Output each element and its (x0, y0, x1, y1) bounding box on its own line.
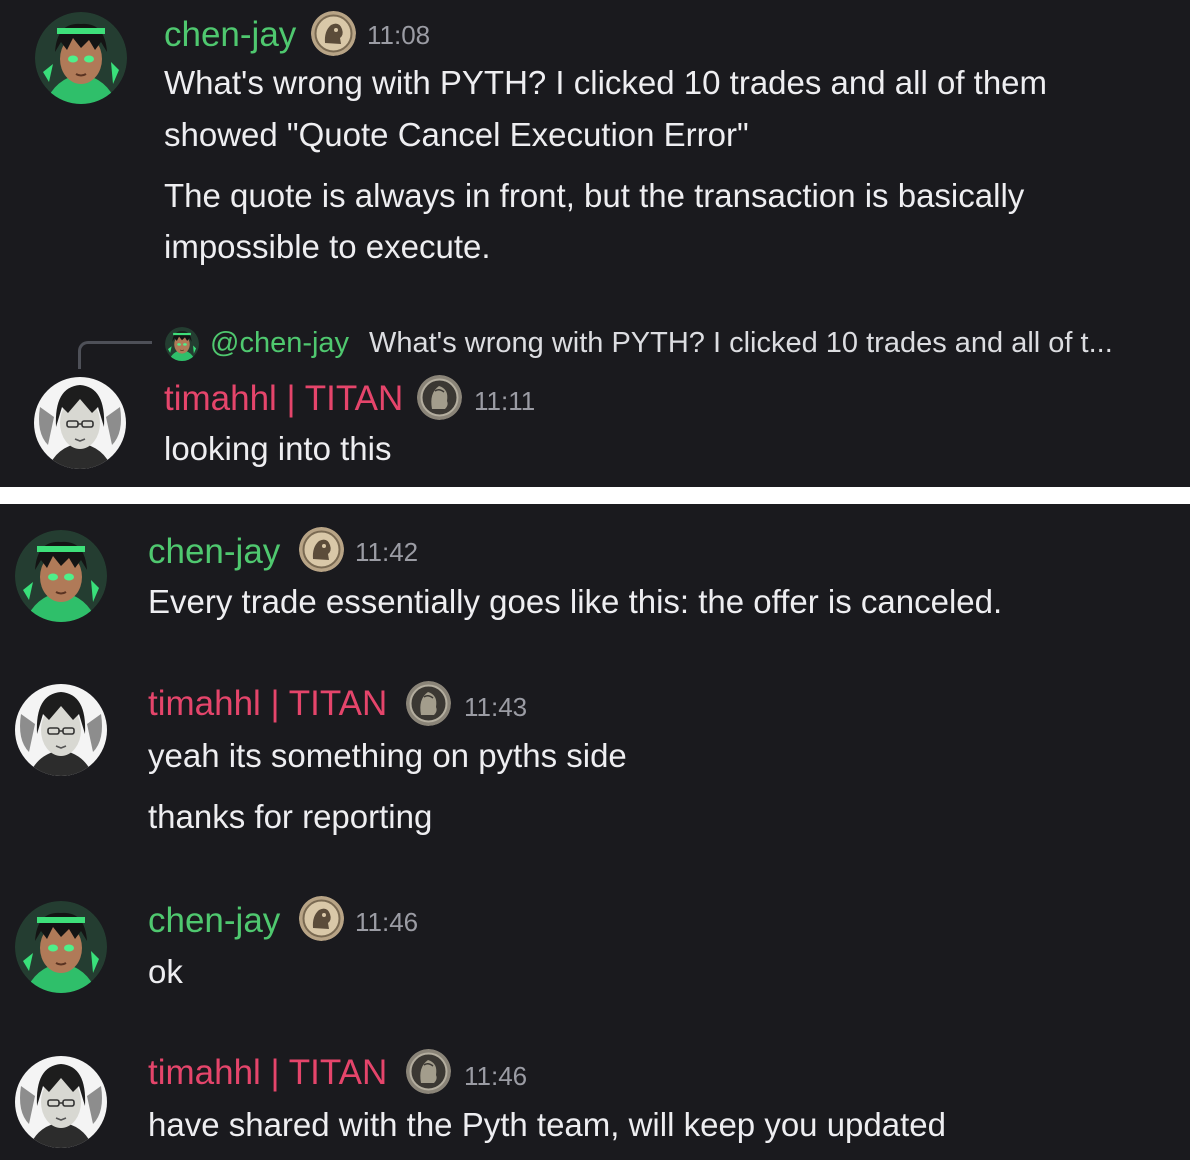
message-timestamp: 11:46 (355, 907, 419, 937)
timahhl-avatar[interactable] (15, 684, 107, 776)
coin-badge-icon[interactable] (406, 1049, 451, 1094)
message-text: Every trade essentially goes like this: … (148, 583, 1003, 620)
message-text: What's wrong with PYTH? I clicked 10 tra… (164, 64, 1048, 101)
coin-badge-icon[interactable] (417, 375, 462, 420)
anime-avatar-grayscale-icon (34, 377, 126, 469)
message-text: showed "Quote Cancel Execution Error" (164, 116, 749, 153)
username-timahhl[interactable]: timahhl | TITAN (164, 379, 403, 419)
timahhl-avatar[interactable] (15, 1056, 107, 1148)
anime-avatar-green-icon (15, 530, 107, 622)
reply-mention[interactable]: @chen-jay (210, 325, 349, 361)
anime-avatar-green-icon (35, 12, 127, 104)
username-timahhl[interactable]: timahhl | TITAN (148, 1053, 387, 1093)
message-text: ok (148, 953, 183, 990)
message-text: thanks for reporting (148, 798, 433, 835)
chat-panel-bottom: chen-jay 11:42 Every trade essentially g… (0, 504, 1190, 1160)
message-text: looking into this (164, 430, 392, 467)
anime-avatar-grayscale-icon (15, 684, 107, 776)
username-chen-jay[interactable]: chen-jay (148, 901, 280, 941)
message-text: yeah its something on pyths side (148, 737, 627, 774)
reply-connector (78, 341, 152, 369)
anime-avatar-green-icon (15, 901, 107, 993)
reply-avatar (165, 327, 199, 361)
message-text: The quote is always in front, but the tr… (164, 177, 1025, 214)
anime-avatar-grayscale-icon (15, 1056, 107, 1148)
message-text: have shared with the Pyth team, will kee… (148, 1106, 946, 1143)
coin-badge-icon[interactable] (299, 527, 344, 572)
chen-jay-avatar[interactable] (15, 901, 107, 993)
message-timestamp: 11:42 (355, 537, 419, 567)
anime-avatar-green-icon (165, 327, 199, 361)
coin-badge-icon[interactable] (406, 681, 451, 726)
chen-jay-avatar[interactable] (35, 12, 127, 104)
message-timestamp: 11:11 (474, 386, 536, 416)
message-timestamp: 11:43 (464, 692, 528, 722)
coin-badge-icon[interactable] (311, 11, 356, 56)
timahhl-avatar[interactable] (34, 377, 126, 469)
coin-badge-icon[interactable] (299, 896, 344, 941)
reply-snippet[interactable]: What's wrong with PYTH? I clicked 10 tra… (369, 325, 1113, 361)
message-text: impossible to execute. (164, 228, 491, 265)
username-chen-jay[interactable]: chen-jay (148, 532, 280, 572)
chat-panel-top: chen-jay 11:08 What's wrong with PYTH? I… (0, 0, 1190, 487)
username-chen-jay[interactable]: chen-jay (164, 15, 296, 55)
username-timahhl[interactable]: timahhl | TITAN (148, 684, 387, 724)
chen-jay-avatar[interactable] (15, 530, 107, 622)
message-timestamp: 11:46 (464, 1061, 528, 1091)
message-timestamp: 11:08 (367, 20, 431, 50)
